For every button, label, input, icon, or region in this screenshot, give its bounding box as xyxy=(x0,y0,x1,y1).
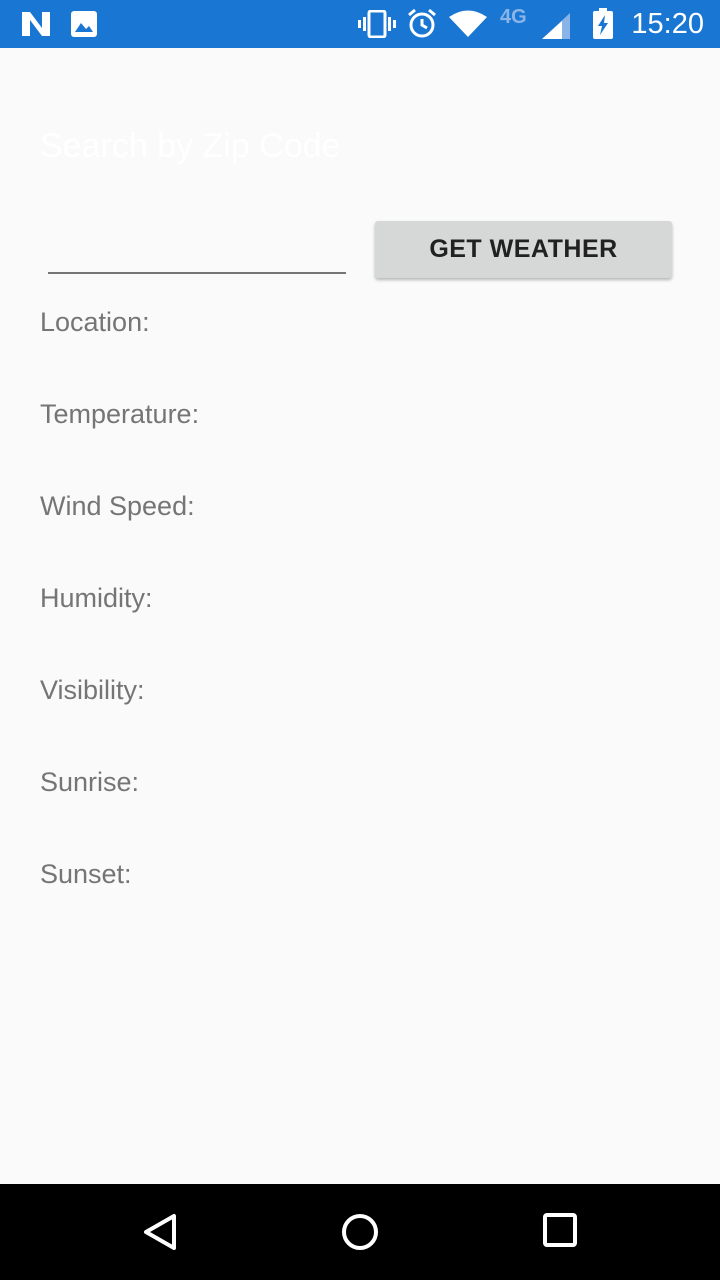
wifi-icon xyxy=(448,10,488,43)
get-weather-button[interactable]: GET WEATHER xyxy=(375,221,672,278)
gallery-icon xyxy=(70,10,98,43)
back-icon[interactable] xyxy=(140,1212,180,1257)
page-title: Search by Zip Code xyxy=(40,127,341,165)
temperature-label: Temperature: xyxy=(40,399,200,429)
alarm-icon xyxy=(406,8,438,45)
app-n-icon xyxy=(20,10,52,43)
zip-code-input[interactable] xyxy=(48,230,346,274)
visibility-label: Visibility: xyxy=(40,675,145,705)
home-icon[interactable] xyxy=(340,1212,380,1257)
sunset-label: Sunset: xyxy=(40,859,132,889)
battery-charging-icon xyxy=(592,8,614,45)
wind-speed-label: Wind Speed: xyxy=(40,491,195,521)
main-content: Search by Zip Code GET WEATHER Location:… xyxy=(0,48,720,1184)
recents-icon[interactable] xyxy=(542,1212,578,1253)
humidity-label: Humidity: xyxy=(40,583,153,613)
sunrise-label: Sunrise: xyxy=(40,767,140,797)
cell-signal-icon xyxy=(540,12,572,45)
vibrate-icon xyxy=(358,9,396,43)
navigation-bar xyxy=(0,1184,720,1280)
location-label: Location: xyxy=(40,307,150,337)
network-type: 4G xyxy=(500,6,527,28)
status-bar: 4G 15:20 xyxy=(0,0,720,48)
status-time: 15:20 xyxy=(631,8,704,40)
